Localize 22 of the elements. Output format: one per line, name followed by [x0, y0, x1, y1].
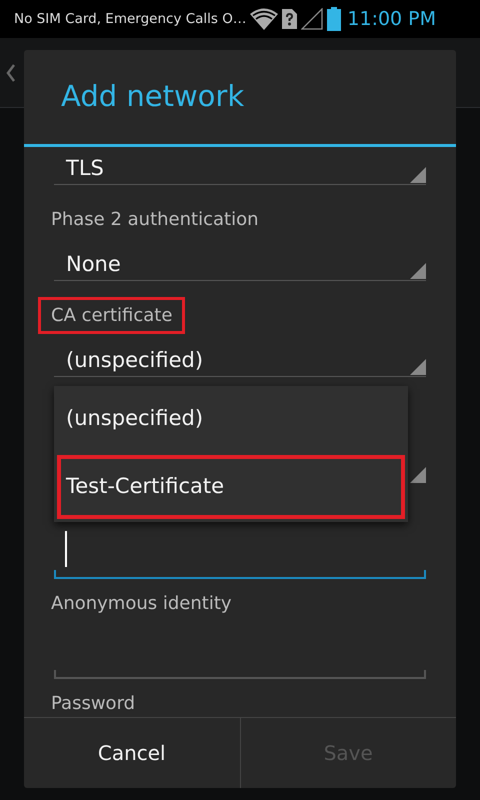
spinner[interactable]: TLS	[54, 147, 426, 185]
dialog-title: Add network	[24, 50, 456, 147]
clock: 11:00 PM	[347, 6, 436, 32]
dropdown-arrow-icon	[410, 467, 426, 483]
dropdown-arrow-icon	[410, 359, 426, 375]
wifi-icon	[250, 8, 278, 30]
field-label: CA certificate	[38, 296, 186, 334]
dropdown-item[interactable]: Test-Certificate	[54, 452, 408, 522]
cancel-button[interactable]: Cancel	[24, 718, 240, 788]
field-label: Anonymous identity	[50, 592, 233, 616]
dropdown-arrow-icon	[410, 167, 426, 183]
notification-text: No SIM Card, Emergency Calls O…	[14, 10, 246, 29]
sim-card-icon	[282, 9, 298, 29]
spinner[interactable]: (unspecified)	[54, 339, 426, 377]
back-icon[interactable]	[6, 64, 16, 82]
dropdown-item[interactable]: (unspecified)	[54, 386, 408, 452]
dropdown-arrow-icon	[410, 263, 426, 279]
signal-icon	[301, 8, 324, 30]
battery-icon	[327, 7, 342, 31]
spinner[interactable]: None	[54, 243, 426, 281]
field-label: Password	[50, 692, 136, 716]
field-label: Phase 2 authentication	[50, 208, 260, 232]
